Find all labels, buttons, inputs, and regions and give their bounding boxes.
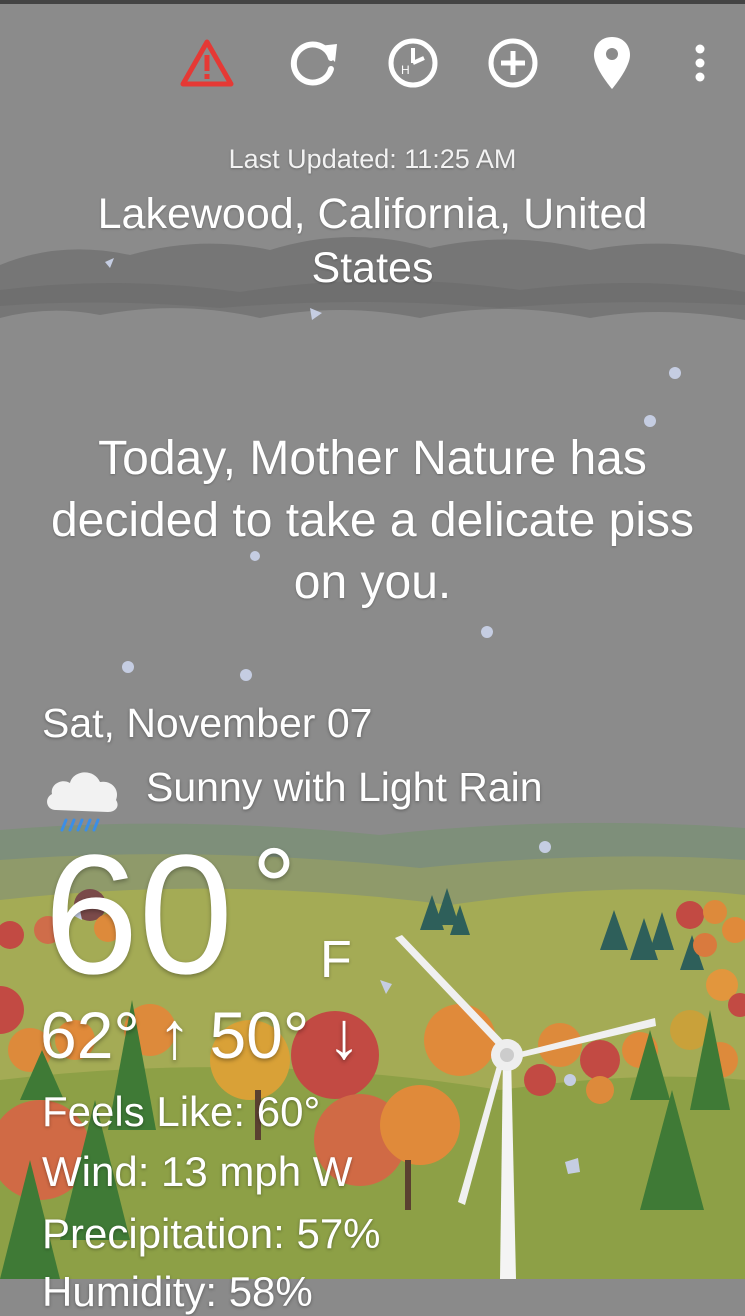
refresh-icon: [290, 41, 337, 86]
more-vert-icon: [695, 44, 705, 82]
high-low-temperature: 62° ↑ 50° ↓: [40, 998, 361, 1072]
alert-icon: [180, 39, 234, 87]
feels-like-text: Feels Like: 60°: [42, 1088, 321, 1135]
status-bar-strip: [0, 0, 745, 4]
refresh-button[interactable]: [284, 30, 344, 96]
precipitation-text: Precipitation: 57%: [42, 1210, 381, 1257]
alert-button[interactable]: [177, 30, 237, 96]
current-temperature: 60: [44, 820, 234, 1010]
location-pin-icon: [594, 37, 630, 89]
add-location-icon: [488, 38, 538, 88]
condition-text: Sunny with Light Rain: [146, 764, 543, 810]
location-button[interactable]: [582, 30, 642, 96]
last-updated-text: Last Updated: 11:25 AM: [228, 144, 517, 174]
humidity-text: Humidity: 58%: [42, 1268, 313, 1315]
degree-symbol: °: [252, 826, 296, 949]
location-title[interactable]: Lakewood, California, United States: [60, 187, 685, 295]
forecast-date: Sat, November 07: [42, 700, 373, 746]
wind-text: Wind: 13 mph W: [42, 1148, 353, 1195]
temperature-unit[interactable]: F: [320, 930, 352, 990]
svg-text:H: H: [401, 63, 410, 77]
more-options-button[interactable]: [670, 30, 730, 96]
toolbar: H: [0, 30, 745, 100]
history-clock-icon: H: [388, 38, 438, 88]
weather-message: Today, Mother Nature has decided to take…: [50, 432, 695, 609]
history-button[interactable]: H: [383, 30, 443, 96]
add-location-button[interactable]: [483, 30, 543, 96]
